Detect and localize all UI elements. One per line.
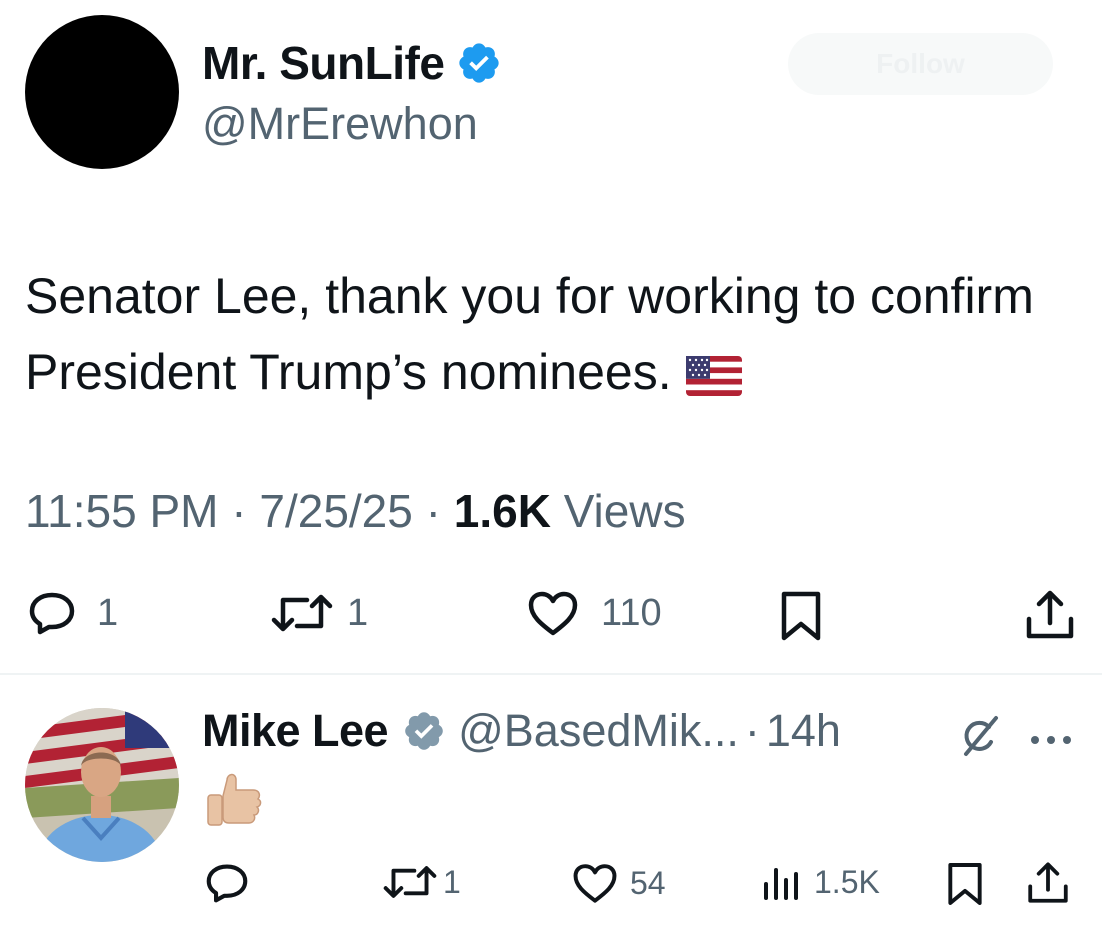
- tweet-date[interactable]: 7/25/25: [259, 485, 412, 537]
- follow-button[interactable]: Follow: [788, 33, 1053, 95]
- verified-badge-icon: [459, 43, 500, 83]
- reply-retweet-button[interactable]: 1: [383, 862, 461, 902]
- reply-icon: [29, 592, 75, 635]
- bookmark-button[interactable]: [779, 590, 823, 642]
- reply-author-handle[interactable]: @BasedMik...: [458, 705, 739, 757]
- grok-logo-icon: [964, 716, 998, 756]
- reply-avatar[interactable]: [25, 708, 179, 862]
- tweet-time[interactable]: 11:55 PM: [25, 485, 218, 537]
- gray-verified-badge-icon: [405, 712, 443, 750]
- like-button[interactable]: 110: [527, 590, 662, 636]
- retweet-button[interactable]: 1: [271, 590, 368, 636]
- retweet-icon: [383, 866, 437, 898]
- reply-like-button[interactable]: 54: [572, 862, 666, 904]
- bookmark-icon: [948, 863, 982, 905]
- tweet-meta: 11:55 PM · 7/25/25 · 1.6K Views: [25, 484, 686, 538]
- more-options-icon[interactable]: [1029, 713, 1073, 755]
- reply-retweet-count: 1: [443, 863, 461, 900]
- reply-share-button[interactable]: [1026, 860, 1070, 906]
- divider: [0, 673, 1102, 675]
- retweet-count: 1: [347, 591, 369, 634]
- retweet-icon: [271, 594, 333, 632]
- share-icon: [1028, 862, 1068, 903]
- reply-button[interactable]: 1: [27, 590, 118, 636]
- ellipsis-icon: [1031, 736, 1071, 744]
- heart-icon: [573, 864, 617, 903]
- reply-like-count: 54: [630, 864, 666, 901]
- reply-separator: ·: [744, 705, 760, 756]
- reply-time[interactable]: 14h: [766, 705, 841, 757]
- tweet-text-content: Senator Lee, thank you for working to co…: [25, 268, 1034, 400]
- bookmark-icon: [781, 591, 821, 641]
- reply-icon: [206, 864, 248, 903]
- thumbs-up-emoji: [205, 770, 265, 835]
- heart-icon: [528, 591, 578, 636]
- reply-views-button[interactable]: 1.5K: [762, 862, 880, 902]
- avatar[interactable]: [25, 15, 179, 169]
- grok-icon[interactable]: [958, 714, 1002, 763]
- views-count[interactable]: 1.6K: [454, 485, 551, 537]
- reply-reply-button[interactable]: [204, 862, 250, 904]
- tweet-text: Senator Lee, thank you for working to co…: [25, 258, 1085, 410]
- thumbs-up-icon: [207, 773, 262, 826]
- reply-author-name[interactable]: Mike Lee: [202, 705, 389, 757]
- meta-separator: ·: [231, 485, 247, 537]
- views-label[interactable]: Views: [564, 485, 686, 537]
- views-chart-icon: [764, 868, 798, 900]
- author-name-text: Mr. SunLife: [202, 37, 445, 89]
- reply-bookmark-button[interactable]: [946, 861, 984, 907]
- reply-count: 1: [97, 591, 119, 634]
- author-handle[interactable]: @MrErewhon: [202, 98, 478, 150]
- reply-views-count: 1.5K: [814, 863, 880, 900]
- share-button[interactable]: [1024, 589, 1076, 641]
- reply-header: Mike Lee @BasedMik... · 14h: [202, 705, 841, 757]
- share-icon: [1026, 590, 1074, 639]
- reply-avatar-photo: [25, 708, 179, 862]
- meta-separator: ·: [425, 485, 441, 537]
- us-flag-emoji: [685, 355, 742, 396]
- like-count: 110: [601, 591, 662, 634]
- author-display-name[interactable]: Mr. SunLife: [202, 36, 502, 90]
